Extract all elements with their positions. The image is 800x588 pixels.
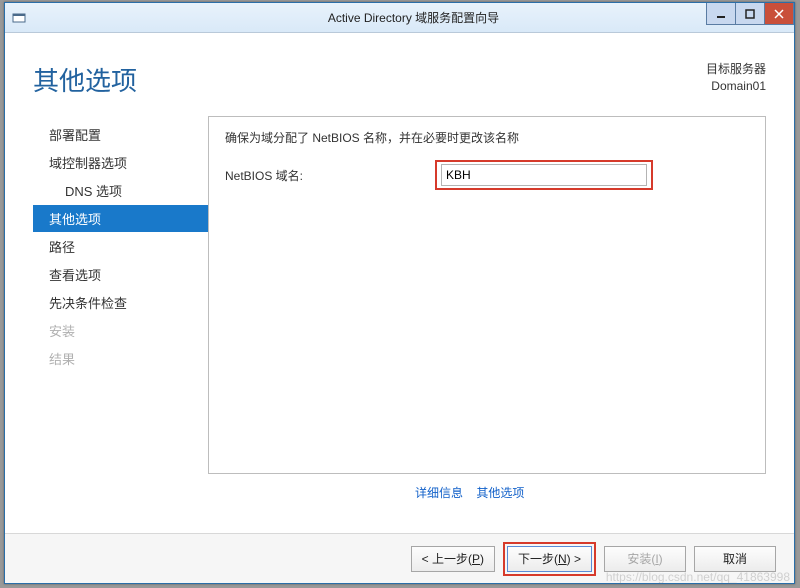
netbios-label: NetBIOS 域名:: [225, 167, 435, 184]
netbios-field-row: NetBIOS 域名:: [225, 160, 749, 190]
sidebar-item-dns-options[interactable]: DNS 选项: [33, 177, 208, 204]
instruction-text: 确保为域分配了 NetBIOS 名称，并在必要时更改该名称: [225, 129, 749, 146]
more-links: 详细信息 其他选项: [208, 474, 766, 501]
window-title: Active Directory 域服务配置向导: [33, 9, 794, 26]
window-controls: [707, 3, 794, 25]
sidebar-item-paths[interactable]: 路径: [33, 233, 208, 260]
header-row: 其他选项 目标服务器 Domain01: [5, 33, 794, 108]
sidebar-item-dc-options[interactable]: 域控制器选项: [33, 149, 208, 176]
wizard-sidebar: 部署配置 域控制器选项 DNS 选项 其他选项 路径 查看选项 先决条件检查 安…: [33, 116, 208, 501]
content-area: 其他选项 目标服务器 Domain01 部署配置 域控制器选项 DNS 选项 其…: [5, 33, 794, 533]
install-button: 安装(I): [604, 546, 686, 572]
target-server-value: Domain01: [706, 78, 766, 95]
previous-button[interactable]: < 上一步(P): [411, 546, 495, 572]
sidebar-item-review[interactable]: 查看选项: [33, 261, 208, 288]
next-highlight: 下一步(N) >: [503, 542, 596, 576]
main-panel: 确保为域分配了 NetBIOS 名称，并在必要时更改该名称 NetBIOS 域名…: [208, 116, 766, 474]
titlebar: Active Directory 域服务配置向导: [5, 3, 794, 33]
maximize-button[interactable]: [735, 3, 765, 25]
next-button[interactable]: 下一步(N) >: [507, 546, 592, 572]
more-info-link[interactable]: 详细信息: [415, 486, 463, 500]
target-server-label: 目标服务器: [706, 61, 766, 78]
sidebar-item-results: 结果: [33, 345, 208, 372]
netbios-highlight: [435, 160, 653, 190]
target-server-box: 目标服务器 Domain01: [706, 61, 766, 95]
sidebar-item-deploy-config[interactable]: 部署配置: [33, 121, 208, 148]
topic-link[interactable]: 其他选项: [476, 486, 524, 500]
cancel-button[interactable]: 取消: [694, 546, 776, 572]
app-icon: [11, 10, 27, 26]
netbios-input[interactable]: [441, 164, 647, 186]
close-button[interactable]: [764, 3, 794, 25]
watermark-text: https://blog.csdn.net/qq_41863998: [606, 570, 790, 584]
sidebar-item-prereq-check[interactable]: 先决条件检查: [33, 289, 208, 316]
sidebar-item-install: 安装: [33, 317, 208, 344]
minimize-button[interactable]: [706, 3, 736, 25]
sidebar-item-additional-options[interactable]: 其他选项: [33, 205, 208, 232]
wizard-window: Active Directory 域服务配置向导 其他选项 目标服务器 Doma…: [4, 2, 795, 584]
page-title: 其他选项: [33, 61, 137, 98]
main-row: 部署配置 域控制器选项 DNS 选项 其他选项 路径 查看选项 先决条件检查 安…: [5, 108, 794, 501]
